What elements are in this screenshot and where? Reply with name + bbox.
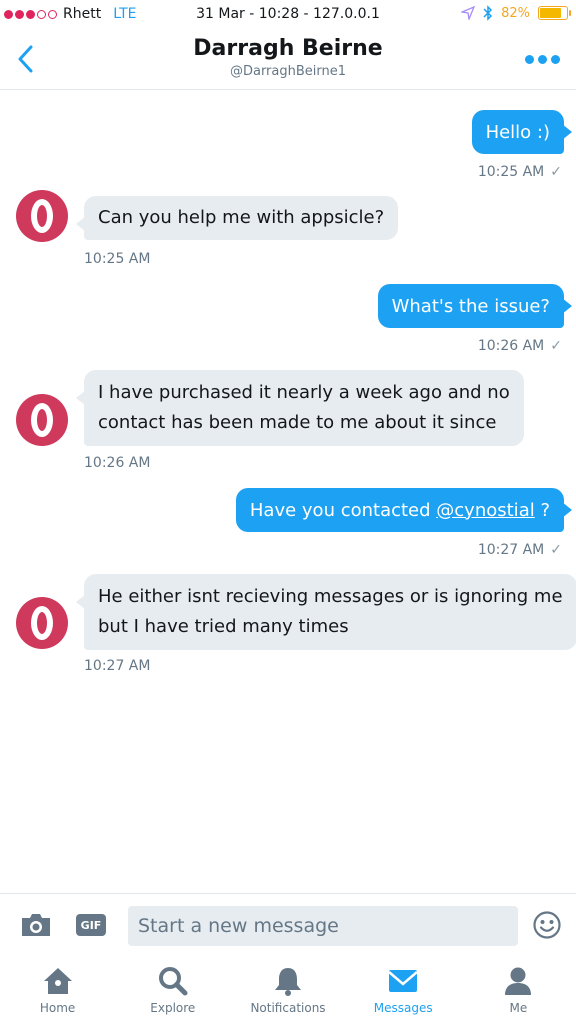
message-time: 10:25 AM (477, 164, 545, 180)
message-bubble[interactable]: Have you contacted @cynostial ? (235, 488, 573, 532)
read-check-icon: ✓ (550, 542, 562, 558)
tab-notifications[interactable]: Notifications (230, 957, 345, 1024)
contact-handle: @DarraghBeirne1 (229, 64, 347, 79)
opera-logo-icon (31, 606, 53, 640)
message-input[interactable] (128, 906, 518, 946)
message-bubble[interactable]: Hello :) (471, 110, 573, 154)
message-text: Can you help me with appsicle? (98, 207, 385, 228)
more-dot (537, 54, 547, 64)
tab-home[interactable]: Home (0, 957, 115, 1024)
message-sent[interactable]: What's the issue? (377, 284, 573, 328)
battery-fill (540, 8, 562, 18)
avatar[interactable] (16, 597, 68, 649)
smiley-icon (533, 911, 561, 939)
tab-label: Home (39, 1001, 76, 1015)
bluetooth-icon (483, 5, 493, 21)
tab-label: Me (509, 1001, 528, 1015)
location-icon (461, 6, 476, 20)
tab-label: Messages (373, 1001, 433, 1015)
contact-name: Darragh Beirne (193, 36, 383, 61)
message-time: 10:25 AM (84, 251, 151, 267)
message-bubble[interactable]: Can you help me with appsicle? (75, 196, 399, 240)
message-text: Have you contacted (249, 499, 437, 521)
message-time: 10:27 AM (84, 658, 151, 674)
message-text-line: but I have tried many times (98, 616, 349, 637)
home-icon (43, 968, 72, 994)
message-sent[interactable]: Have you contacted @cynostial ? (235, 488, 573, 532)
avatar[interactable] (16, 190, 68, 242)
envelope-icon (388, 970, 419, 992)
person-icon (505, 967, 532, 995)
battery-percent: 82% (501, 5, 530, 21)
more-dot (550, 54, 560, 64)
message-time: 10:26 AM (84, 455, 151, 471)
message-time: 10:27 AM (477, 542, 545, 558)
message-composer: GIF (0, 893, 576, 957)
tab-me[interactable]: Me (461, 957, 576, 1024)
battery-icon (538, 6, 571, 20)
tab-messages[interactable]: Messages (346, 957, 461, 1024)
bell-icon (275, 968, 301, 996)
message-timestamp: 10:27 AM ✓ (478, 542, 562, 558)
message-timestamp: 10:25 AM ✓ (478, 164, 562, 180)
opera-logo-icon (31, 199, 53, 233)
conversation-header: Darragh Beirne @DarraghBeirne1 (0, 30, 576, 90)
message-bubble[interactable]: He either isnt recieving messages or is … (76, 574, 576, 650)
tab-explore[interactable]: Explore (115, 957, 230, 1024)
camera-icon (22, 914, 50, 936)
status-bar: Rhett LTE 31 Mar - 10:28 - 127.0.0.1 82% (0, 0, 576, 30)
more-options-button[interactable] (522, 48, 562, 70)
message-text: ? (534, 499, 550, 521)
message-bubble[interactable]: I have purchased it nearly a week ago an… (76, 370, 524, 446)
message-time: 10:26 AM (477, 338, 545, 354)
gif-button[interactable]: GIF (76, 914, 106, 936)
message-sent[interactable]: Hello :) (471, 110, 573, 154)
opera-logo-icon (31, 403, 53, 437)
mention-link[interactable]: @cynostial (436, 500, 534, 521)
message-text-line: He either isnt recieving messages or is … (98, 586, 563, 607)
read-check-icon: ✓ (550, 338, 562, 354)
more-dot (524, 54, 534, 64)
message-text: Hello :) (485, 121, 550, 143)
message-text-line: I have purchased it nearly a week ago an… (98, 382, 510, 403)
emoji-button[interactable] (532, 910, 562, 940)
status-right: 82% (461, 5, 571, 21)
message-timestamp: 10:26 AM ✓ (478, 338, 562, 354)
search-icon (158, 967, 188, 996)
message-text: What's the issue? (391, 295, 550, 317)
message-text-line: contact has been made to me about it sin… (98, 412, 497, 433)
tab-label: Notifications (250, 1001, 326, 1015)
message-bubble[interactable]: What's the issue? (377, 284, 573, 328)
tab-bar: Home Explore Notifications Messages Me (0, 957, 576, 1024)
tab-label: Explore (150, 1001, 196, 1015)
camera-button[interactable] (20, 912, 52, 938)
avatar[interactable] (16, 394, 68, 446)
read-check-icon: ✓ (550, 164, 562, 180)
